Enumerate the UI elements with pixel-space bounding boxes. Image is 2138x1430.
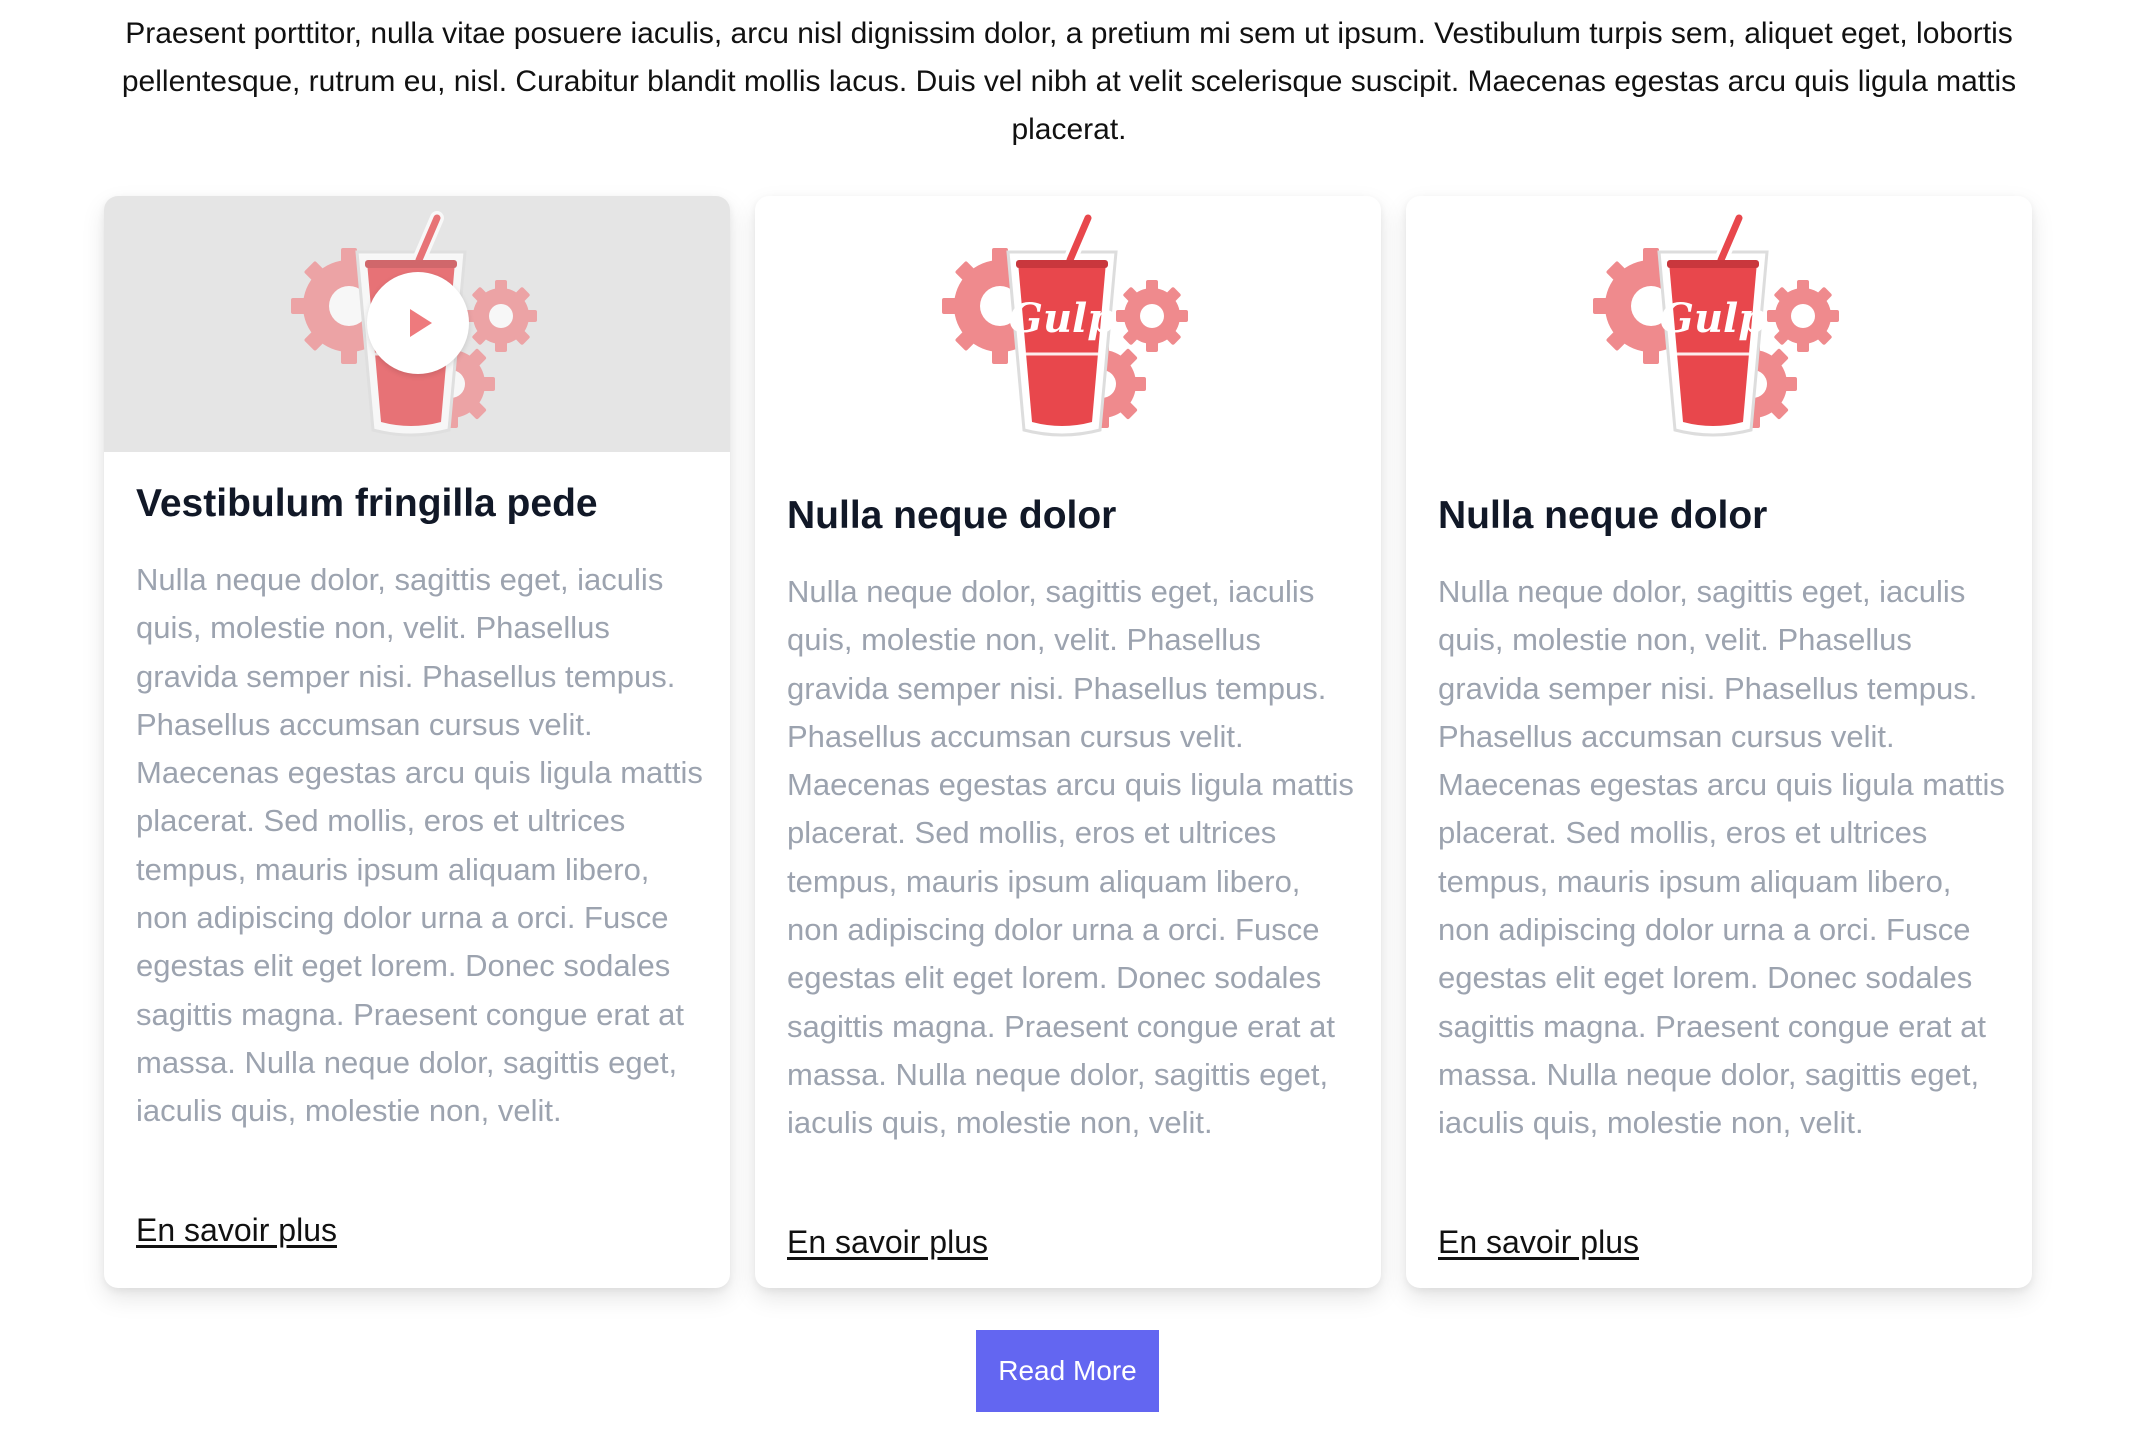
card-media: Gulp — [1406, 196, 2032, 452]
card-title: Vestibulum fringilla pede — [136, 482, 598, 525]
intro-paragraph: Praesent porttitor, nulla vitae posuere … — [121, 17, 2017, 146]
card-nulla-2: Gulp Nulla neque dolor Nulla neque dolor… — [1406, 196, 2032, 1288]
gulp-logo-icon: Gulp — [1589, 204, 1849, 444]
read-more-button[interactable]: Read More — [976, 1330, 1159, 1412]
card-vestibulum: Vestibulum fringilla pede Nulla neque do… — [104, 196, 730, 1288]
card-title: Nulla neque dolor — [1438, 494, 1768, 537]
en-savoir-plus-link[interactable]: En savoir plus — [787, 1222, 988, 1262]
gulp-logo-icon: Gulp — [938, 204, 1198, 444]
card-title: Nulla neque dolor — [787, 494, 1117, 537]
gulp-logo-text: Gulp — [1009, 295, 1115, 342]
card-media[interactable] — [104, 196, 730, 452]
card-body: Nulla neque dolor, sagittis eget, iaculi… — [1438, 574, 2005, 1141]
card-media: Gulp — [755, 196, 1381, 452]
gulp-logo-text: Gulp — [1660, 295, 1766, 342]
en-savoir-plus-link[interactable]: En savoir plus — [1438, 1222, 1639, 1262]
card-body: Nulla neque dolor, sagittis eget, iaculi… — [136, 562, 703, 1129]
play-icon — [410, 309, 432, 337]
en-savoir-plus-link[interactable]: En savoir plus — [136, 1210, 337, 1250]
card-nulla-1: Gulp Nulla neque dolor Nulla neque dolor… — [755, 196, 1381, 1288]
play-button[interactable] — [367, 272, 469, 374]
card-body: Nulla neque dolor, sagittis eget, iaculi… — [787, 574, 1354, 1141]
